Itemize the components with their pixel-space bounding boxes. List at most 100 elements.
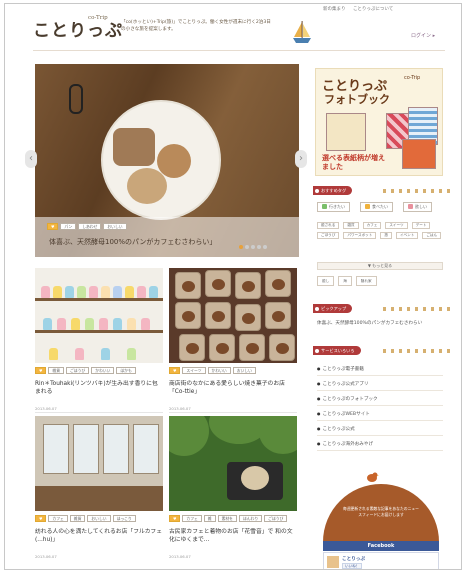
login-link[interactable]: ログイン ▸	[411, 32, 435, 39]
mood-chip[interactable]: 海	[338, 276, 352, 286]
services-list: ことりっぷ電子書籍ことりっぷ公式アプリことりっぷのフォトブックことりっぷWEBサ…	[317, 361, 443, 451]
slider-dot[interactable]	[251, 245, 255, 249]
article-tag[interactable]: 素材を	[217, 515, 237, 522]
article-title[interactable]: 訪れる人の心を満たしてくれるお店「フルカフェ(...hu)」	[35, 528, 163, 544]
article-thumbnail[interactable]	[35, 268, 163, 363]
service-link[interactable]: ことりっぷのフォトブック	[317, 391, 443, 406]
article-title[interactable]: Rin＊Touhaki(リンツバキ)が生み出す香りに包まれる	[35, 380, 163, 396]
article-tag[interactable]: スイーツ	[182, 367, 206, 374]
tag-chip[interactable]: カフェ	[362, 222, 382, 229]
article-thumbnail[interactable]	[169, 416, 297, 511]
tag-chip[interactable]: ごはん	[422, 232, 442, 239]
article-tag[interactable]: 雑貨	[69, 515, 86, 522]
article-tags: ♥ カフェ 雑 素材を ほんわり ごほうび	[169, 515, 288, 522]
header-top-link[interactable]: 新の集まり	[323, 7, 346, 12]
article-tag[interactable]: カフェ	[48, 515, 68, 522]
favorite-tag[interactable]: ♥	[35, 515, 47, 522]
article-tags: ♥ 雑貨 ごほうび かわいい ほかも	[35, 367, 136, 374]
article-thumbnail[interactable]	[169, 268, 297, 363]
article-tag[interactable]: 雑	[203, 515, 216, 522]
recommend-tags-heading: おすすめタグ	[313, 186, 453, 195]
facebook-page-name[interactable]: ことりっぷ	[342, 556, 365, 562]
service-link[interactable]: ことりっぷ海外おみやげ	[317, 436, 443, 451]
service-link[interactable]: ことりっぷ公式アプリ	[317, 376, 443, 391]
sailboat-icon	[293, 21, 311, 43]
site-logo-sup: co-Trip	[88, 15, 108, 21]
service-link[interactable]: ことりっぷWEBサイト	[317, 406, 443, 421]
slide-tag[interactable]: パン	[60, 223, 77, 230]
primary-tag-buttons: 行きたい 食べたい 欲しい	[317, 202, 432, 212]
article-date: 2013.06.07	[169, 554, 191, 559]
favorite-tag[interactable]: ♥	[169, 367, 181, 374]
services-heading: サービスいろいろ	[313, 346, 453, 355]
tag-chip[interactable]: 雑貨	[343, 222, 359, 229]
slider-prev-button[interactable]: ‹	[25, 150, 37, 168]
mood-chip-list: 癒し海隠れ家	[317, 276, 377, 286]
service-link[interactable]: ことりっぷ電子書籍	[317, 361, 443, 376]
article-tag[interactable]: ほんわり	[238, 515, 263, 522]
article-title[interactable]: 商店街のなかにある愛らしい焼き菓子のお店「Co-ttie」	[169, 380, 297, 396]
service-link[interactable]: ことりっぷ公式	[317, 421, 443, 436]
header-divider	[33, 50, 445, 51]
tag-chip[interactable]: デート	[411, 222, 431, 229]
facebook-like-button[interactable]: いいね！	[342, 563, 363, 569]
tag-chip[interactable]: 癒される	[317, 222, 340, 229]
article-tag[interactable]: かわいい	[91, 367, 115, 374]
slider-dot[interactable]	[245, 245, 249, 249]
section-label: サービスいろいろ	[313, 346, 361, 355]
mood-chip[interactable]: 癒し	[317, 276, 335, 286]
site-logo[interactable]: ことりっぷ	[33, 16, 123, 41]
slide-photo-bread	[157, 144, 191, 178]
facebook-heading: Facebook	[323, 541, 439, 551]
slider-dot[interactable]	[239, 245, 243, 249]
article-divider	[35, 412, 163, 413]
tag-chip[interactable]: パワースポット	[343, 232, 377, 239]
slide-tag[interactable]: おいしい	[103, 223, 127, 230]
slider-dot[interactable]	[263, 245, 267, 249]
article-date: 2013.06.07	[35, 554, 57, 559]
want-to-buy-button[interactable]: 欲しい	[403, 202, 432, 212]
bunting-decoration	[383, 349, 453, 353]
article-tags: ♥ スイーツ かわいい おいしい	[169, 367, 256, 374]
mood-chip[interactable]: 隠れ家	[355, 276, 377, 286]
article-title[interactable]: 古民家カフェと着物のお店「花雪音」で 和の文化にゆくまで...	[169, 528, 297, 544]
article-thumbnail[interactable]	[35, 416, 163, 511]
bunting-decoration	[383, 307, 453, 311]
bunting-decoration	[383, 189, 453, 193]
article-tag[interactable]: ごほうび	[66, 367, 90, 374]
article-tag[interactable]: かわいい	[207, 367, 231, 374]
pickup-link[interactable]: 体喜ぶ、天然酵母100%のパンがカフェむさわらい	[317, 320, 422, 326]
photobook-banner[interactable]: ことりっぷ co-Trip フォトブック 選べる表紙柄が増えました	[315, 68, 443, 176]
article-tag[interactable]: ほっこり	[112, 515, 136, 522]
tag-chip[interactable]: スイーツ	[385, 222, 408, 229]
article-tag[interactable]: ごほうび	[264, 515, 288, 522]
want-to-eat-button[interactable]: 食べたい	[360, 202, 393, 212]
slide-tag[interactable]: しあわせ	[78, 223, 102, 230]
tag-chip[interactable]: イベント	[395, 232, 419, 239]
favorite-tag[interactable]: ♥	[35, 367, 47, 374]
banner-title: フォトブック	[324, 93, 390, 106]
want-to-go-button[interactable]: 行きたい	[317, 202, 350, 212]
slide-title[interactable]: 体喜ぶ、天然酵母100%のパンがカフェむさわらい」	[49, 237, 216, 247]
article-divider	[169, 412, 297, 413]
facebook-page-avatar[interactable]	[327, 556, 339, 568]
tag-chip[interactable]: 旅	[380, 232, 392, 239]
favorite-tag[interactable]: ♥	[169, 515, 181, 522]
newsletter-text: 毎週更新される素敵な記事をあなたのニュースフィードにお届けします	[343, 506, 419, 517]
article-tag[interactable]: おいしい	[87, 515, 111, 522]
tag-chip[interactable]: ごほうび	[317, 232, 340, 239]
article-date: 2013.06.07	[169, 406, 191, 411]
slider-dot[interactable]	[257, 245, 261, 249]
slide-photo-bread	[127, 168, 167, 204]
article-tag[interactable]: 雑貨	[48, 367, 64, 374]
more-tags-button[interactable]: ▼ もっと見る	[317, 262, 443, 270]
article-tag[interactable]: ほかも	[116, 367, 136, 374]
header-top-link[interactable]: ことりっぷについて	[353, 7, 393, 12]
book-cover-image	[326, 113, 366, 151]
article-tag[interactable]: おいしい	[232, 367, 256, 374]
favorite-tag[interactable]: ♥	[47, 223, 59, 230]
bird-icon	[367, 472, 379, 482]
bag-icon	[408, 204, 413, 209]
slider-next-button[interactable]: ›	[295, 150, 307, 168]
article-tag[interactable]: カフェ	[182, 515, 202, 522]
